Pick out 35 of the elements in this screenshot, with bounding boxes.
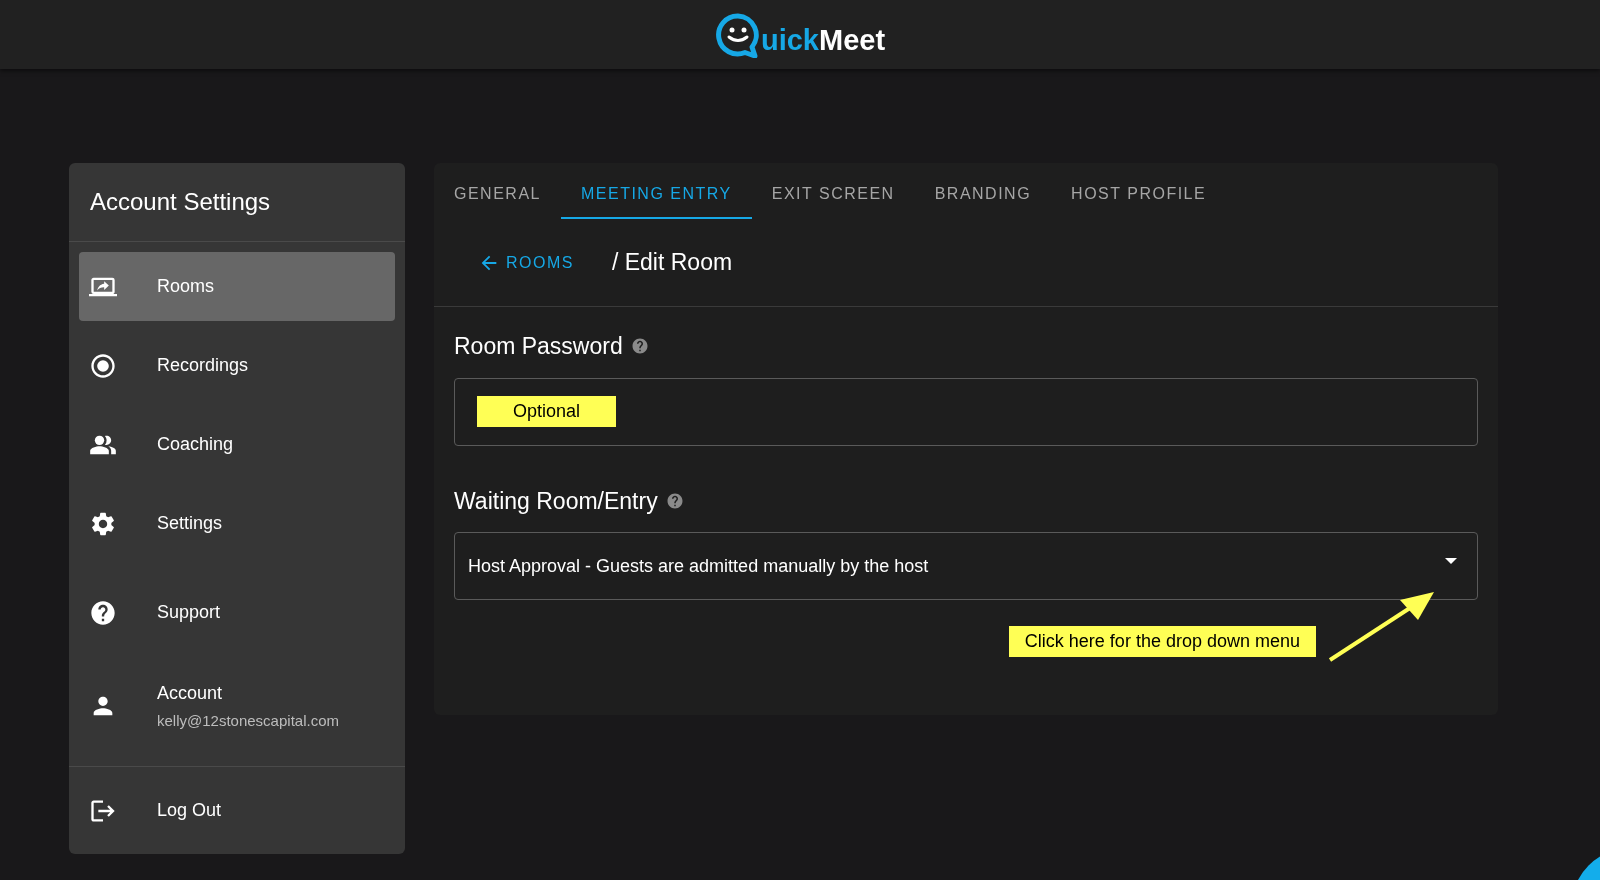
help-icon: [89, 598, 117, 627]
select-field[interactable]: Host Approval - Guests are admitted manually by the host: [454, 532, 1478, 600]
item-label: Account: [157, 681, 224, 705]
password-field[interactable]: Optional: [454, 377, 1478, 446]
sidebar-item[interactable]: Support: [79, 578, 395, 647]
help-icon[interactable]: [665, 491, 684, 510]
account-email: kelly@12stonescapital.com: [157, 710, 339, 731]
item-label: Recordings: [157, 354, 249, 377]
sidebar-item[interactable]: Recordings: [79, 331, 395, 400]
sidebar-item[interactable]: Coaching: [79, 410, 395, 479]
sidebar-title: Account Settings: [69, 163, 405, 242]
tab[interactable]: EXIT SCREEN: [751, 171, 915, 219]
dropdown-caret-icon: [1445, 558, 1457, 564]
field-label: Waiting Room/Entry: [454, 486, 658, 516]
back-link[interactable]: ROOMS: [478, 250, 574, 275]
item-label: Rooms: [157, 275, 214, 298]
annotation-label: Optional: [477, 396, 617, 427]
smiley-bubble-icon: [714, 11, 761, 58]
tab[interactable]: HOST PROFILE: [1051, 171, 1227, 219]
logout-item[interactable]: Log Out: [69, 766, 405, 854]
tab[interactable]: MEETING ENTRY: [560, 171, 752, 219]
item-label: Support: [157, 601, 221, 624]
field-label: Room Password: [454, 332, 623, 361]
sidebar-item[interactable]: Rooms: [79, 252, 395, 321]
item-label: Settings: [157, 512, 223, 535]
page-title: / Edit Room: [611, 248, 733, 278]
record-icon: [89, 351, 117, 380]
sidebar-item[interactable]: Account kelly@12stonescapital.com: [79, 657, 395, 755]
annotation-callout: Click here for the drop down menu: [1008, 626, 1316, 657]
sidebar-item[interactable]: Settings: [79, 489, 395, 558]
tab[interactable]: GENERAL: [434, 171, 561, 219]
tab[interactable]: BRANDING: [914, 171, 1052, 219]
logo-text: uickMeet: [760, 25, 886, 55]
item-label: Coaching: [157, 433, 234, 456]
help-icon[interactable]: [630, 337, 649, 356]
